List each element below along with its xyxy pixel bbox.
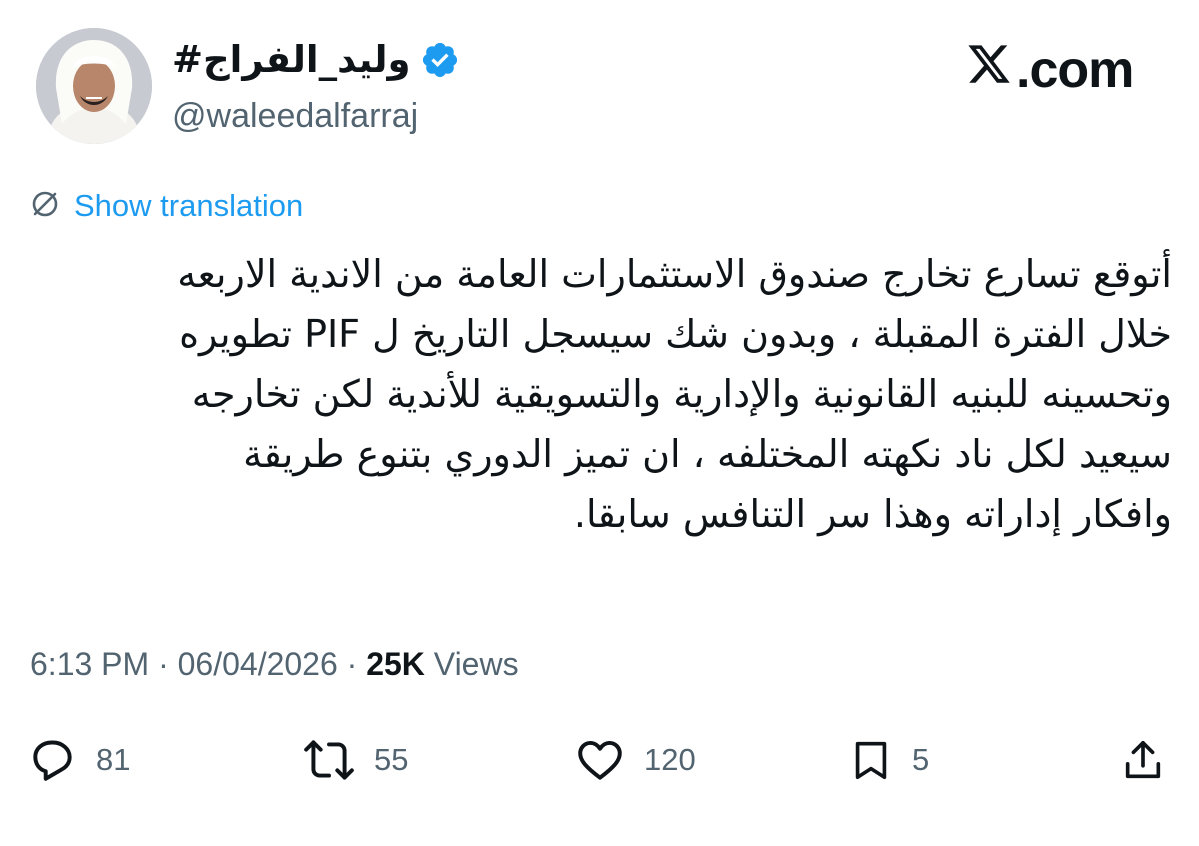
avatar-photo xyxy=(36,28,152,144)
avatar[interactable] xyxy=(36,28,152,144)
show-translation-link[interactable]: Show translation xyxy=(30,188,303,224)
repost-icon xyxy=(302,735,356,785)
views-label: Views xyxy=(424,646,519,682)
bookmark-icon xyxy=(848,735,894,785)
show-translation-label: Show translation xyxy=(74,188,304,223)
author-display-name[interactable]: #وليد_الفراج xyxy=(172,36,410,84)
x-logo-icon xyxy=(966,40,1012,100)
tweet-line: أتوقع تسارع تخارج صندوق الاستثمارات العا… xyxy=(177,252,1172,296)
repost-count: 55 xyxy=(374,742,409,777)
tweet-line: خلال الفترة المقبلة ، وبدون شك سيسجل الت… xyxy=(179,312,1172,356)
tweet-date[interactable]: 06/04/2026 xyxy=(178,646,338,682)
tweet-text: أتوقع تسارع تخارج صندوق الاستثمارات العا… xyxy=(28,244,1172,544)
tweet-time[interactable]: 6:13 PM xyxy=(30,646,149,682)
bookmark-count: 5 xyxy=(912,742,930,777)
views-count: 25K xyxy=(366,646,425,682)
meta-separator: · xyxy=(149,646,178,682)
globe-translate-icon xyxy=(30,189,60,224)
bookmark-button[interactable]: 5 xyxy=(848,730,929,790)
brand-domain: .com xyxy=(1016,41,1134,99)
reply-icon xyxy=(28,735,78,785)
tweet-line: سيعيد لكل ناد نكهته المختلفه ، ان تميز ا… xyxy=(243,432,1172,476)
reply-button[interactable]: 81 xyxy=(28,730,130,790)
share-icon xyxy=(1120,734,1166,786)
like-count: 120 xyxy=(644,742,696,777)
tweet-line: وافكار إداراته وهذا سر التنافس سابقا. xyxy=(573,492,1172,536)
verified-badge-icon xyxy=(420,40,460,80)
tweet-line: وتحسينه للبنيه القانونية والإدارية والتس… xyxy=(191,372,1172,416)
x-brand: .com xyxy=(966,40,1134,100)
repost-button[interactable]: 55 xyxy=(302,730,408,790)
like-icon xyxy=(574,735,626,785)
meta-separator: · xyxy=(337,646,367,682)
author-handle[interactable]: @waleedalfarraj xyxy=(172,94,418,138)
tweet-meta: 6:13 PM · 06/04/2026 · 25K Views xyxy=(30,640,519,688)
reply-count: 81 xyxy=(96,742,131,777)
like-button[interactable]: 120 xyxy=(574,730,696,790)
share-button[interactable] xyxy=(1120,730,1166,790)
action-bar: 81 55 120 5 xyxy=(28,730,1178,790)
author-name-row[interactable]: #وليد_الفراج xyxy=(172,36,460,84)
